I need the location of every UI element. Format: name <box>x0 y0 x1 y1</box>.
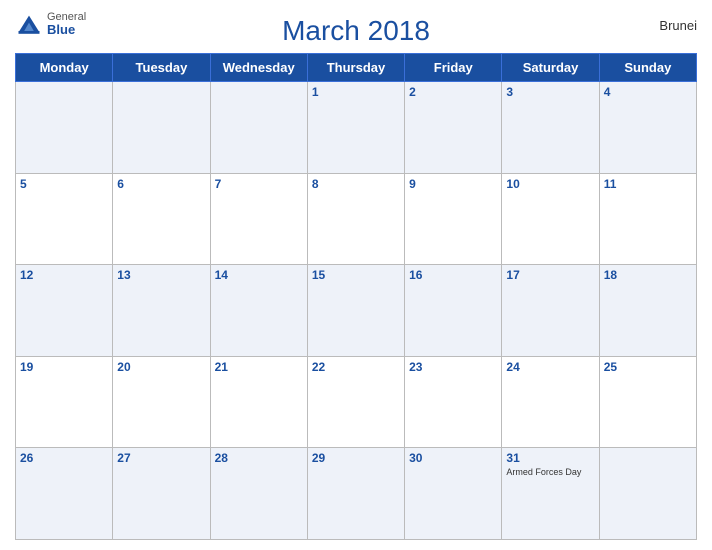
day-number: 19 <box>20 360 108 374</box>
day-number: 27 <box>117 451 205 465</box>
day-number: 31 <box>506 451 594 465</box>
calendar-cell: 13 <box>113 265 210 357</box>
calendar-table: Monday Tuesday Wednesday Thursday Friday… <box>15 53 697 540</box>
day-number: 12 <box>20 268 108 282</box>
calendar-cell: 30 <box>405 448 502 540</box>
day-number: 2 <box>409 85 497 99</box>
header-friday: Friday <box>405 54 502 82</box>
day-number: 20 <box>117 360 205 374</box>
day-number: 1 <box>312 85 400 99</box>
day-number: 3 <box>506 85 594 99</box>
logo-icon <box>15 10 43 38</box>
calendar-cell <box>113 82 210 174</box>
day-number: 17 <box>506 268 594 282</box>
logo-text: General Blue <box>47 11 86 37</box>
day-number: 7 <box>215 177 303 191</box>
calendar-cell: 6 <box>113 173 210 265</box>
calendar-week-row: 56789 10 11 <box>16 173 697 265</box>
calendar-cell: 9 <box>405 173 502 265</box>
calendar-cell: 25 <box>599 356 696 448</box>
month-title: March 2018 <box>282 15 430 47</box>
calendar-cell: 31 Armed Forces Day <box>502 448 599 540</box>
logo-blue-text: Blue <box>47 23 86 37</box>
calendar-cell: 24 <box>502 356 599 448</box>
calendar-cell: 15 <box>307 265 404 357</box>
calendar-cell: 16 <box>405 265 502 357</box>
day-number: 4 <box>604 85 692 99</box>
calendar-cell: 4 <box>599 82 696 174</box>
day-number: 29 <box>312 451 400 465</box>
calendar-cell <box>599 448 696 540</box>
day-number: 9 <box>409 177 497 191</box>
calendar-cell: 2 <box>405 82 502 174</box>
calendar-cell: 8 <box>307 173 404 265</box>
day-number: 16 <box>409 268 497 282</box>
day-number: 5 <box>20 177 108 191</box>
calendar-cell: 14 <box>210 265 307 357</box>
day-number: 23 <box>409 360 497 374</box>
calendar-cell: 12 <box>16 265 113 357</box>
day-number: 28 <box>215 451 303 465</box>
calendar-cell: 19 <box>16 356 113 448</box>
calendar-cell: 23 <box>405 356 502 448</box>
calendar-cell: 28 <box>210 448 307 540</box>
calendar-cell: 7 <box>210 173 307 265</box>
header-sunday: Sunday <box>599 54 696 82</box>
header-tuesday: Tuesday <box>113 54 210 82</box>
header-saturday: Saturday <box>502 54 599 82</box>
country-label: Brunei <box>659 18 697 33</box>
day-number: 8 <box>312 177 400 191</box>
day-number: 10 <box>506 177 594 191</box>
header-thursday: Thursday <box>307 54 404 82</box>
calendar-week-row: 1234 <box>16 82 697 174</box>
day-number: 24 <box>506 360 594 374</box>
day-number: 30 <box>409 451 497 465</box>
calendar-cell: 1 <box>307 82 404 174</box>
calendar-cell: 18 <box>599 265 696 357</box>
holiday-label: Armed Forces Day <box>506 467 594 478</box>
calendar-week-row: 12 13 14 15 16 17 18 <box>16 265 697 357</box>
calendar-week-row: 26 27 28 29 30 31 Armed Forces Day <box>16 448 697 540</box>
calendar-cell: 5 <box>16 173 113 265</box>
calendar-cell: 11 <box>599 173 696 265</box>
day-number: 14 <box>215 268 303 282</box>
day-number: 15 <box>312 268 400 282</box>
day-number: 21 <box>215 360 303 374</box>
calendar-cell: 27 <box>113 448 210 540</box>
day-header-row: Monday Tuesday Wednesday Thursday Friday… <box>16 54 697 82</box>
calendar-cell <box>16 82 113 174</box>
calendar-header: General Blue March 2018 Brunei <box>15 10 697 47</box>
calendar-cell: 10 <box>502 173 599 265</box>
calendar-cell: 29 <box>307 448 404 540</box>
calendar-cell: 17 <box>502 265 599 357</box>
day-number: 6 <box>117 177 205 191</box>
calendar-cell: 21 <box>210 356 307 448</box>
day-number: 25 <box>604 360 692 374</box>
calendar-week-row: 19 20 21 22 23 24 25 <box>16 356 697 448</box>
day-number: 18 <box>604 268 692 282</box>
day-number: 22 <box>312 360 400 374</box>
day-number: 11 <box>604 177 692 191</box>
calendar-cell: 22 <box>307 356 404 448</box>
calendar-cell: 3 <box>502 82 599 174</box>
logo-area: General Blue <box>15 10 86 38</box>
calendar-cell: 26 <box>16 448 113 540</box>
header-wednesday: Wednesday <box>210 54 307 82</box>
day-number: 13 <box>117 268 205 282</box>
day-number: 26 <box>20 451 108 465</box>
calendar-cell <box>210 82 307 174</box>
calendar-cell: 20 <box>113 356 210 448</box>
header-monday: Monday <box>16 54 113 82</box>
calendar-wrapper: General Blue March 2018 Brunei Monday Tu… <box>0 0 712 550</box>
